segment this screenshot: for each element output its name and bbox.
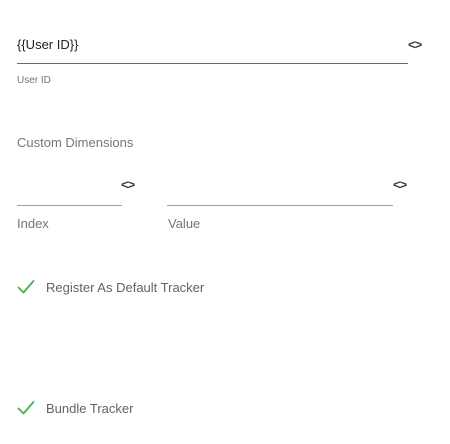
user-id-underline (17, 63, 408, 64)
value-input[interactable] (167, 180, 387, 202)
value-underline (167, 205, 393, 206)
bundle-tracker-label: Bundle Tracker (46, 400, 134, 416)
register-default-tracker-label: Register As Default Tracker (46, 279, 205, 295)
index-variable-icon[interactable]: <> (121, 178, 135, 192)
checkmark-icon (17, 279, 35, 295)
value-label: Value (168, 216, 201, 231)
bundle-tracker-checkbox[interactable]: Bundle Tracker (17, 400, 133, 416)
checkmark-icon (17, 400, 35, 416)
value-variable-icon[interactable]: <> (393, 178, 407, 192)
index-underline (17, 205, 122, 206)
index-input[interactable] (17, 180, 117, 202)
user-id-variable-icon[interactable]: <> (408, 38, 422, 52)
index-label: Index (17, 216, 49, 231)
user-id-input[interactable]: {{User ID}} (17, 37, 78, 53)
register-default-tracker-checkbox[interactable]: Register As Default Tracker (17, 279, 204, 295)
custom-dimensions-title: Custom Dimensions (17, 135, 134, 150)
user-id-label: User ID (17, 75, 51, 86)
